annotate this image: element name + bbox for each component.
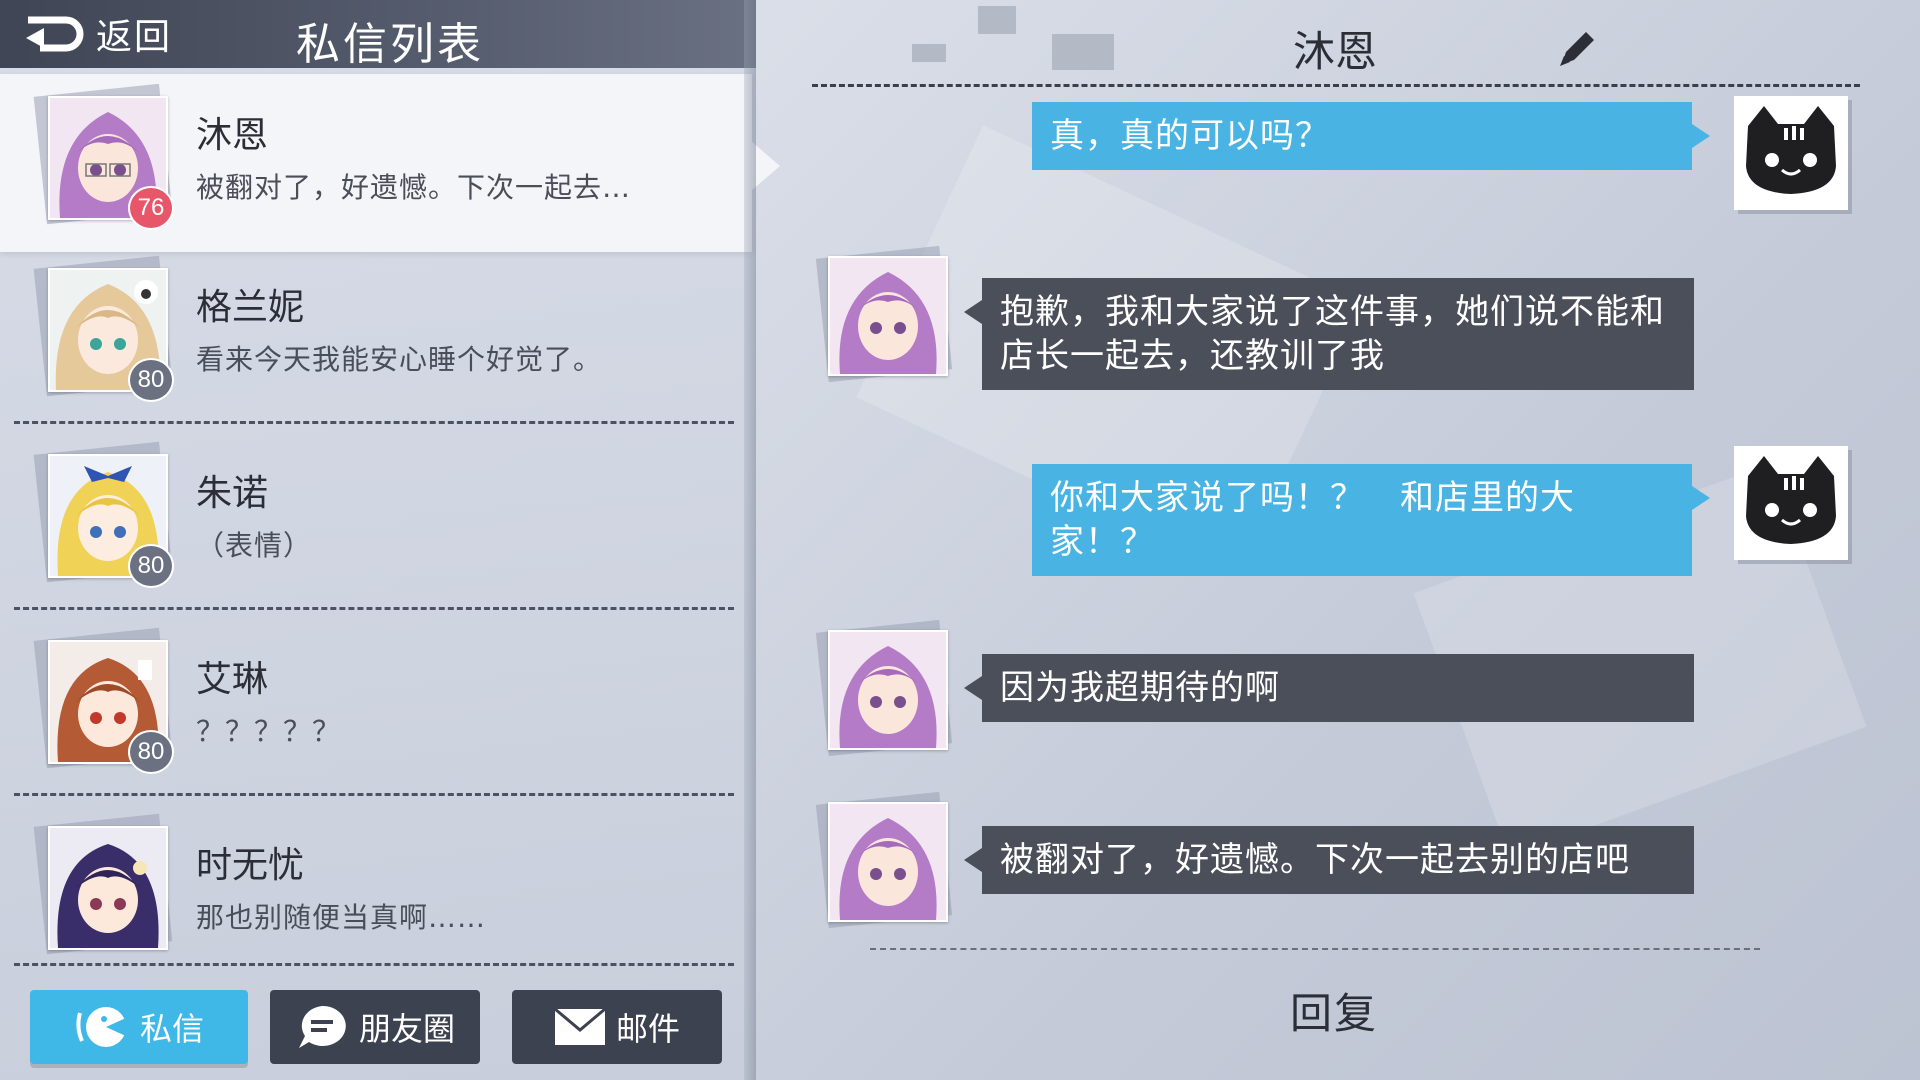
page-title: 私信列表: [296, 19, 484, 70]
contact-item-muen[interactable]: 76 沐恩 被翻对了，好遗憾。下次一起去…: [0, 74, 780, 252]
divider: [14, 421, 734, 424]
envelope-icon: [554, 1008, 606, 1045]
contact-item-granny[interactable]: 80 格兰妮 看来今天我能安心睡个好觉了。: [0, 246, 744, 424]
level-badge: 80: [128, 544, 174, 588]
contact-avatar-frame: 76: [33, 83, 174, 230]
divider: [812, 84, 1860, 87]
contact-name: 时无忧: [196, 845, 305, 886]
contact-avatar-frame: 80: [33, 441, 174, 588]
divider: [870, 948, 1760, 950]
decorative-square: [912, 44, 946, 62]
tab-mail[interactable]: 邮件: [512, 990, 722, 1064]
player-avatar: [1734, 96, 1848, 210]
contact-preview: 看来今天我能安心睡个好觉了。: [196, 343, 603, 376]
contact-preview: ？？？？？: [196, 715, 342, 748]
contact-name: 沐恩: [196, 115, 269, 156]
tab-private-messages[interactable]: 私信: [30, 990, 248, 1064]
level-badge: 76: [128, 186, 174, 230]
cat-icon: [1746, 456, 1836, 544]
contact-preview: （表情）: [196, 529, 313, 562]
contact-avatar: [815, 791, 953, 929]
back-button[interactable]: 返回: [22, 10, 172, 58]
decorative-square: [1052, 34, 1114, 70]
contact-name: 格兰妮: [196, 287, 305, 328]
contact-item-ailin[interactable]: 80 艾琳 ？？？？？: [0, 618, 744, 796]
contact-preview: 被翻对了，好遗憾。下次一起去…: [196, 171, 632, 204]
message-bubble-received: 被翻对了，好遗憾。下次一起去别的店吧: [964, 826, 1694, 894]
edit-button[interactable]: [1554, 26, 1600, 72]
contact-avatar-frame: 80: [33, 255, 174, 402]
contact-item-juno[interactable]: 80 朱诺 （表情）: [0, 432, 744, 610]
pencil-icon: [1560, 32, 1594, 66]
list-header: 返回 私信列表: [0, 0, 756, 70]
tab-label: 朋友圈: [358, 1010, 455, 1048]
message-bubble-received: 因为我超期待的啊: [964, 654, 1694, 722]
character-portrait-icon: [830, 258, 946, 374]
conversation-list-panel: 返回 私信列表 76 沐恩 被翻对了，好遗憾。下次一起去… 80 格兰妮 看来今…: [0, 0, 780, 1080]
contact-preview: 那也别随便当真啊……: [196, 901, 487, 934]
tab-moments[interactable]: 朋友圈: [270, 990, 480, 1064]
speech-bubble-icon: [298, 1005, 346, 1048]
contact-item-shiwuyou[interactable]: 时无忧 那也别随便当真啊……: [0, 804, 744, 966]
chat-bubble-icon: [76, 1007, 128, 1047]
reply-button[interactable]: 回复: [1290, 980, 1378, 1041]
decorative-square: [978, 6, 1016, 34]
level-badge: 80: [128, 730, 174, 774]
character-portrait-icon: [830, 632, 946, 748]
back-label: 返回: [96, 17, 173, 58]
cat-icon: [1746, 106, 1836, 194]
contact-avatar: [815, 245, 953, 383]
contact-name: 朱诺: [196, 473, 269, 514]
tab-label: 邮件: [615, 1010, 680, 1048]
divider: [14, 963, 734, 966]
level-badge: 80: [128, 358, 174, 402]
contact-avatar: [815, 619, 953, 757]
contact-avatar-frame: 80: [33, 627, 174, 774]
character-portrait-icon: [830, 804, 946, 920]
divider: [14, 607, 734, 610]
message-bubble-received: 抱歉，我和大家说了这件事，她们说不能和店长一起去，还教训了我: [964, 278, 1694, 390]
tab-label: 私信: [139, 1010, 204, 1048]
contact-name: 艾琳: [196, 659, 269, 700]
avatar: [48, 826, 168, 950]
character-portrait-icon: [50, 828, 166, 948]
back-arrow-icon: [26, 16, 84, 52]
player-avatar: [1734, 446, 1848, 560]
divider: [14, 793, 734, 796]
message-bubble-sent: 你和大家说了吗！？ 和店里的大家！？: [1032, 464, 1710, 576]
contact-avatar-frame: [33, 813, 174, 956]
message-bubble-sent: 真，真的可以吗？: [1032, 102, 1710, 170]
chat-title: 沐恩: [1292, 27, 1377, 76]
